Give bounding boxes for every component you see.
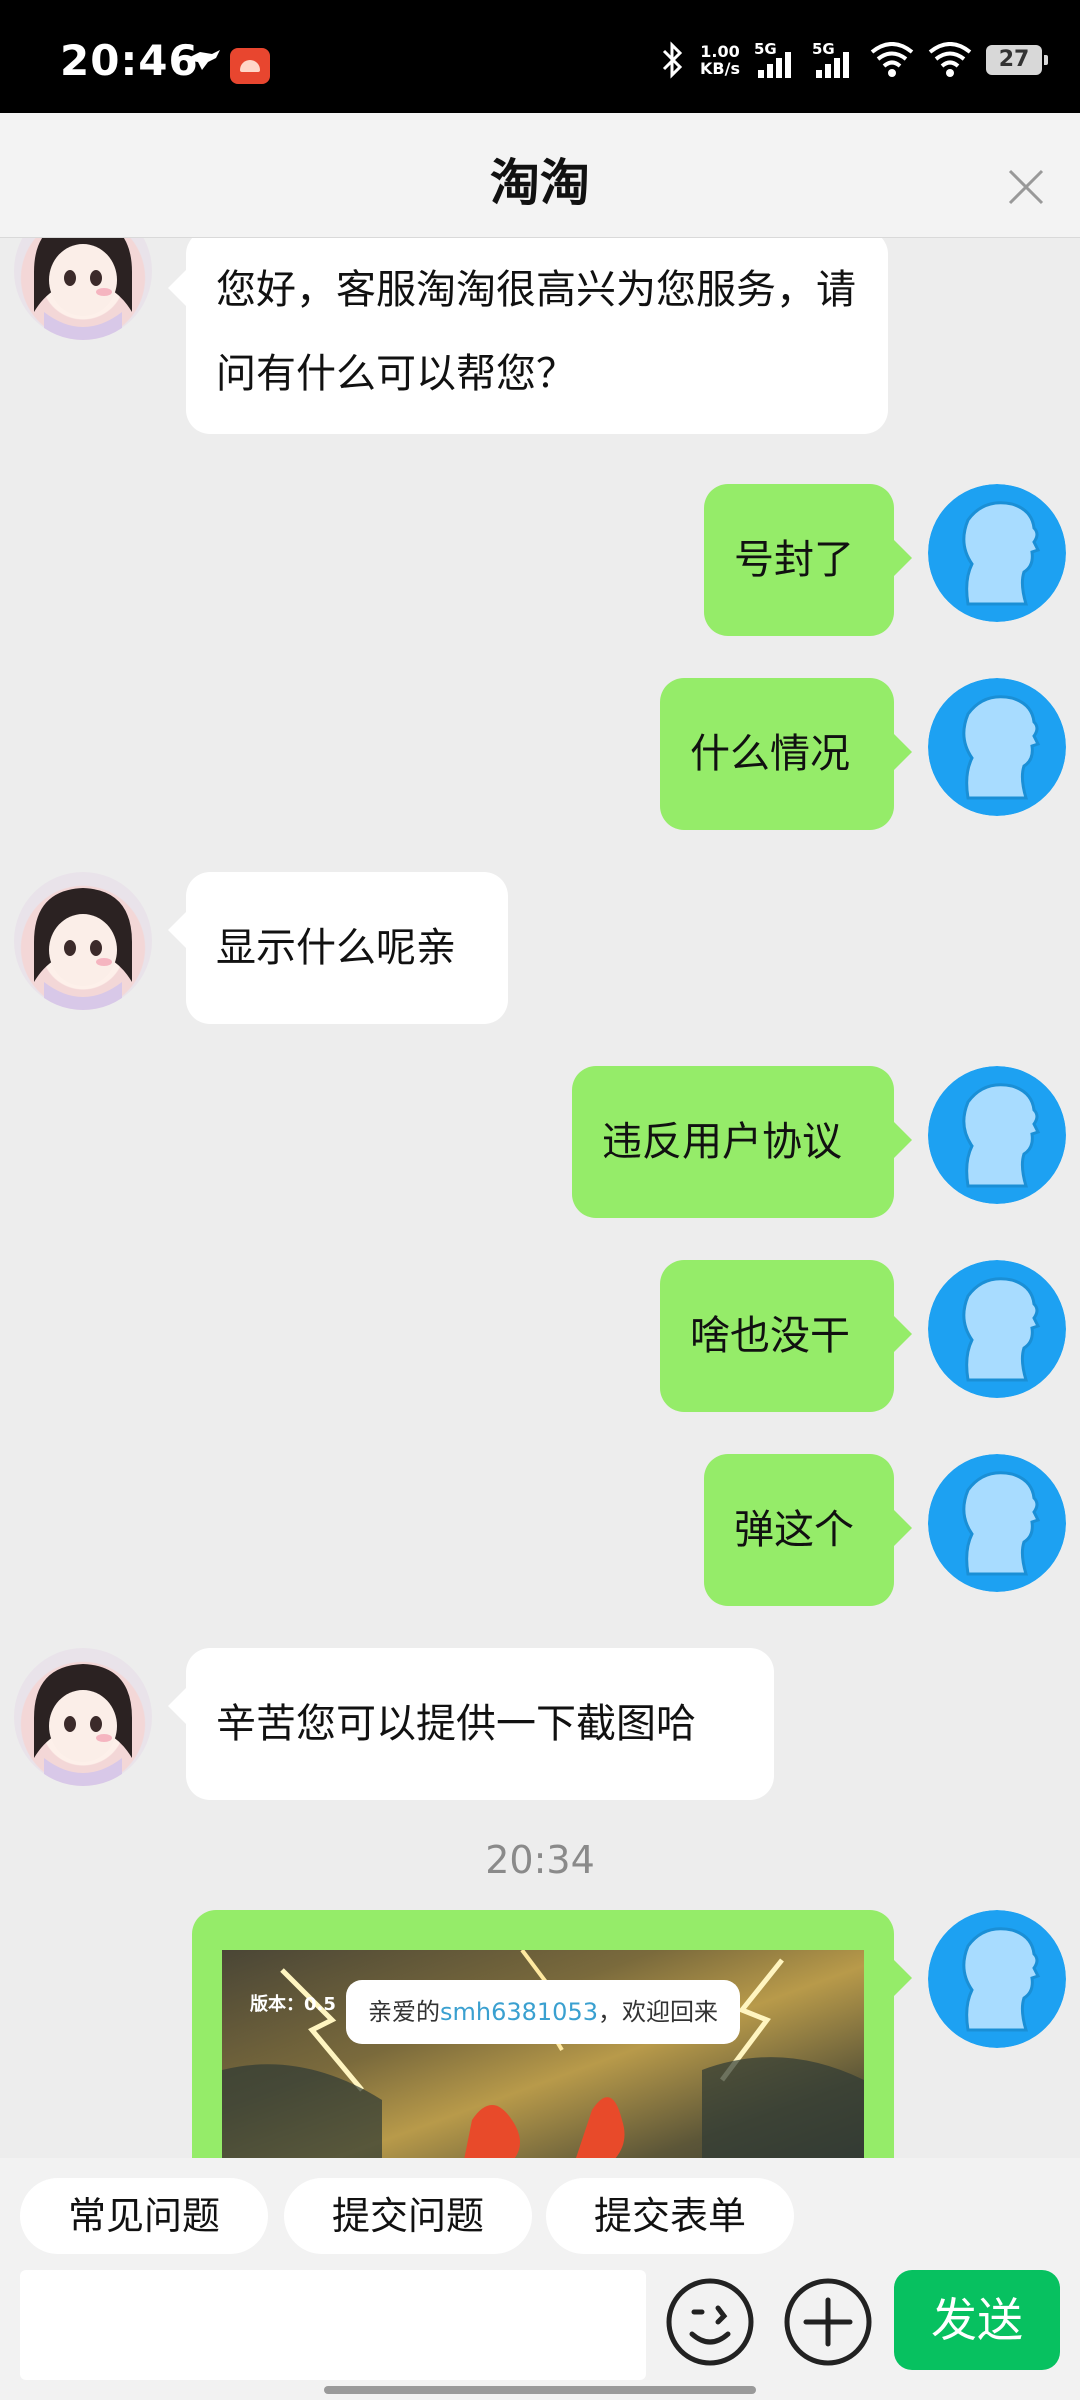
message-text: 辛苦您可以提供一下截图哈 [216,1701,696,1747]
image-message-bubble[interactable]: 版本：0.5 亲爱的smh6381053，欢迎回来 [192,1910,912,2158]
screenshot-welcome-toast: 亲爱的smh6381053，欢迎回来 [346,1980,740,2044]
message-input[interactable] [20,2270,646,2380]
agent-avatar[interactable] [14,1648,152,1786]
user-avatar[interactable] [928,1454,1066,1592]
status-bar: 20:46 1.00 KB/s 5G 5G 27 [0,0,1080,113]
app-notification-icon [230,48,270,84]
user-avatar[interactable] [928,1260,1066,1398]
screenshot-image[interactable]: 版本：0.5 亲爱的smh6381053，欢迎回来 [222,1950,864,2158]
message-timestamp: 20:34 [485,1838,595,1882]
default-user-avatar-icon [928,1066,1066,1204]
message-text: 号封了 [734,537,854,583]
close-icon[interactable] [1002,163,1050,211]
input-area: 常见问题 提交问题 提交表单 发送 [0,2158,1080,2400]
user-avatar[interactable] [928,1066,1066,1204]
default-user-avatar-icon [928,678,1066,816]
chat-header: 淘淘 [0,113,1080,238]
pigeon-notification-icon [184,50,220,70]
emoji-icon[interactable] [664,2276,756,2368]
home-indicator[interactable] [324,2386,756,2394]
network-speed: 1.00 KB/s [700,43,740,77]
bluetooth-icon [662,41,683,79]
message-bubble[interactable]: 辛苦您可以提供一下截图哈 [168,1648,774,1800]
message-text: 啥也没干 [690,1313,850,1359]
signal-1-icon: 5G [754,40,798,80]
status-time: 20:46 [60,36,199,85]
agent-avatar[interactable] [14,872,152,1010]
user-avatar[interactable] [928,1910,1066,2048]
wifi-icon [870,42,914,77]
message-bubble[interactable]: 什么情况 [660,678,912,830]
battery-indicator: 27 [986,45,1048,75]
default-user-avatar-icon [928,1260,1066,1398]
message-text: 您好，客服淘淘很高兴为您服务，请问有什么可以帮您？ [216,267,856,397]
message-text: 什么情况 [690,731,850,777]
message-text: 弹这个 [734,1507,854,1553]
quick-reply-submit-form[interactable]: 提交表单 [546,2178,794,2254]
default-user-avatar-icon [928,484,1066,622]
plus-icon[interactable] [782,2276,874,2368]
user-avatar[interactable] [928,678,1066,816]
signal-2-icon: 5G [812,40,856,80]
network-speed-unit: KB/s [700,59,740,78]
message-bubble[interactable]: 弹这个 [704,1454,912,1606]
screenshot-version-label: 版本：0.5 [250,1994,336,2015]
agent-avatar-image [34,238,132,340]
quick-reply-submit-question[interactable]: 提交问题 [284,2178,532,2254]
page-title: 淘淘 [490,154,590,212]
toast-prefix: 亲爱的 [368,1998,440,2026]
message-text: 违反用户协议 [602,1119,842,1165]
agent-avatar-image [34,888,132,1010]
wifi-2-icon [928,42,972,77]
message-bubble[interactable]: 啥也没干 [660,1260,912,1412]
message-bubble[interactable]: 您好，客服淘淘很高兴为您服务，请问有什么可以帮您？ [168,238,888,434]
network-speed-value: 1.00 [700,42,740,61]
default-user-avatar-icon [928,1910,1066,2048]
agent-avatar[interactable] [14,238,152,340]
message-text: 显示什么呢亲 [216,925,456,971]
message-bubble[interactable]: 违反用户协议 [572,1066,912,1218]
chat-messages[interactable]: 您好，客服淘淘很高兴为您服务，请问有什么可以帮您？ 号封了 什么情况 显示什么呢 [0,238,1080,2158]
message-bubble[interactable]: 显示什么呢亲 [168,872,508,1024]
quick-reply-faq[interactable]: 常见问题 [20,2178,268,2254]
status-indicators: 1.00 KB/s 5G 5G 27 [660,40,1048,80]
default-user-avatar-icon [928,1454,1066,1592]
send-button[interactable]: 发送 [894,2270,1060,2370]
user-avatar[interactable] [928,484,1066,622]
toast-suffix: ，欢迎回来 [597,1998,718,2026]
toast-username: smh6381053 [440,1998,598,2026]
message-bubble[interactable]: 号封了 [704,484,912,636]
agent-avatar-image [34,1664,132,1786]
